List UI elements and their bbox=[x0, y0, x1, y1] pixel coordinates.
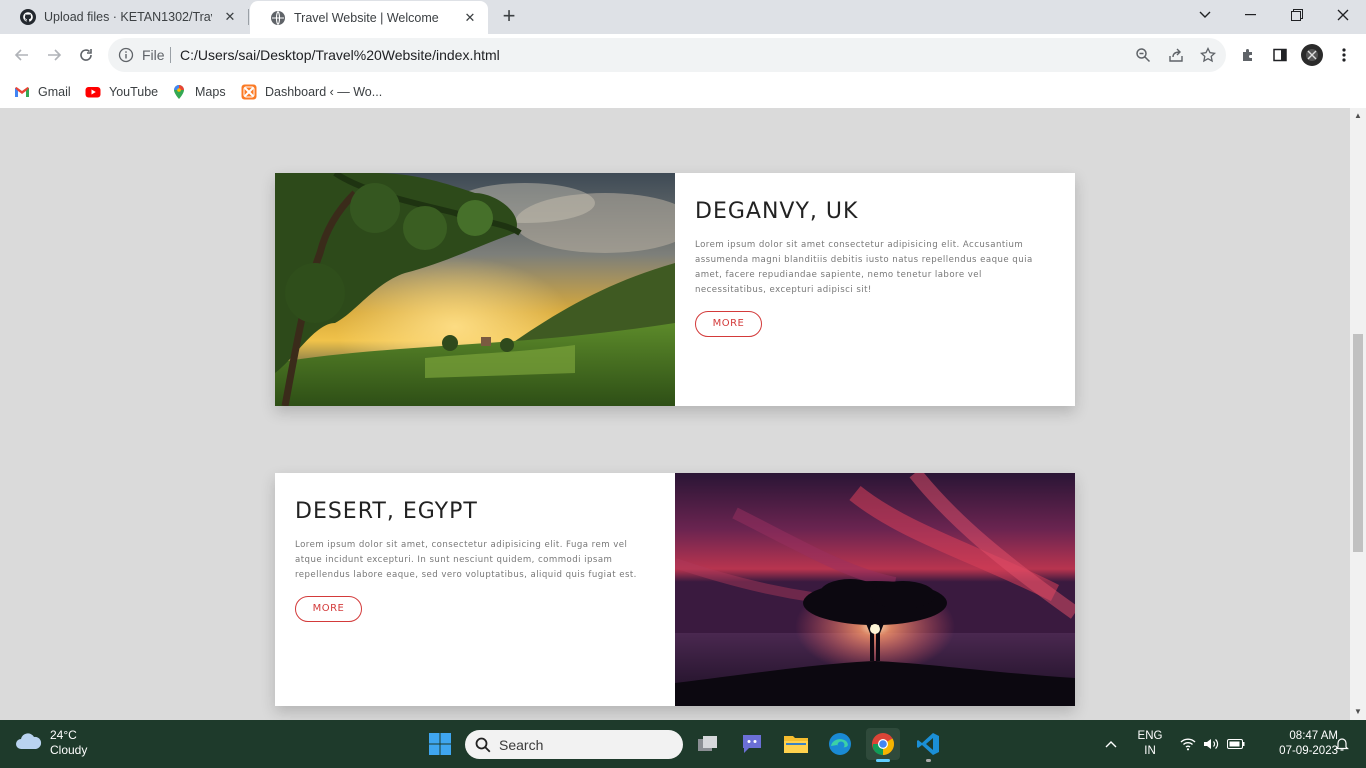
bookmark-dashboard[interactable]: Dashboard ‹ — Wo... bbox=[241, 82, 382, 102]
windows-taskbar: 24°C Cloudy Search ENG IN 08:47 AM 07-09… bbox=[0, 720, 1366, 768]
taskbar-search[interactable]: Search bbox=[465, 730, 683, 759]
weather-widget[interactable]: 24°C Cloudy bbox=[14, 728, 87, 758]
tab-title: Travel Website | Welcome bbox=[294, 10, 439, 25]
notifications-icon[interactable] bbox=[1330, 728, 1354, 760]
maps-icon bbox=[171, 84, 187, 100]
volume-icon[interactable] bbox=[1201, 728, 1221, 760]
destination-image-tree bbox=[675, 473, 1075, 706]
start-button[interactable] bbox=[423, 728, 457, 760]
running-app-indicator bbox=[926, 759, 931, 762]
card-text-panel: DEGANVY, UK Lorem ipsum dolor sit amet c… bbox=[675, 173, 1075, 406]
task-view-icon[interactable] bbox=[691, 728, 725, 760]
close-tab-icon[interactable]: ✕ bbox=[222, 9, 238, 25]
bookmark-label: Gmail bbox=[38, 85, 71, 99]
bookmark-star-icon[interactable] bbox=[1199, 46, 1217, 63]
tab-travel-website[interactable]: Travel Website | Welcome ✕ bbox=[250, 1, 488, 34]
web-page-viewport: DEGANVY, UK Lorem ipsum dolor sit amet c… bbox=[0, 108, 1350, 720]
language-indicator[interactable]: ENG IN bbox=[1134, 729, 1166, 759]
back-button[interactable] bbox=[10, 43, 34, 67]
scroll-up-arrow-icon[interactable]: ▲ bbox=[1350, 110, 1366, 122]
bookmark-label: Dashboard ‹ — Wo... bbox=[265, 85, 383, 99]
restore-button[interactable] bbox=[1274, 0, 1320, 30]
url-text[interactable]: C:/Users/sai/Desktop/Travel%20Website/in… bbox=[180, 47, 500, 63]
active-app-indicator bbox=[876, 759, 890, 762]
search-icon bbox=[475, 737, 491, 753]
bookmarks-bar: Gmail YouTube Maps Dashboard ‹ — Wo... bbox=[0, 76, 1366, 108]
zoom-icon[interactable] bbox=[1135, 47, 1151, 63]
vscode-icon[interactable] bbox=[911, 728, 945, 762]
minimize-button[interactable] bbox=[1228, 0, 1274, 30]
address-bar[interactable]: File C:/Users/sai/Desktop/Travel%20Websi… bbox=[108, 38, 1226, 72]
new-tab-button[interactable]: + bbox=[498, 5, 520, 27]
file-explorer-icon[interactable] bbox=[779, 728, 813, 760]
weather-condition: Cloudy bbox=[50, 743, 88, 757]
card-description: Lorem ipsum dolor sit amet consectetur a… bbox=[695, 240, 1033, 295]
clock-date: 07-09-2023 bbox=[1279, 745, 1338, 757]
region-code: IN bbox=[1144, 745, 1156, 757]
scroll-down-arrow-icon[interactable]: ▼ bbox=[1350, 706, 1366, 718]
card-text-panel: DESERT, EGYPT Lorem ipsum dolor sit amet… bbox=[275, 473, 675, 706]
gmail-icon bbox=[14, 84, 30, 100]
card-description: Lorem ipsum dolor sit amet, consectetur … bbox=[295, 540, 637, 580]
destination-card-deganvy: DEGANVY, UK Lorem ipsum dolor sit amet c… bbox=[275, 173, 1075, 406]
bookmark-label: Maps bbox=[195, 85, 226, 99]
close-window-button[interactable] bbox=[1320, 0, 1366, 30]
wifi-icon[interactable] bbox=[1178, 728, 1198, 760]
address-divider bbox=[170, 47, 171, 63]
close-tab-icon[interactable]: ✕ bbox=[462, 10, 478, 26]
bookmark-youtube[interactable]: YouTube bbox=[85, 82, 158, 102]
tab-search-chevron-icon[interactable] bbox=[1182, 0, 1228, 30]
battery-icon[interactable] bbox=[1225, 728, 1247, 760]
xampp-icon bbox=[241, 84, 257, 100]
search-placeholder: Search bbox=[499, 736, 544, 753]
reload-button[interactable] bbox=[74, 43, 98, 67]
tab-title: Upload files · KETAN1302/Travel-W bbox=[44, 10, 212, 24]
extensions-icon[interactable] bbox=[1236, 43, 1260, 67]
bookmark-maps[interactable]: Maps bbox=[171, 82, 226, 102]
share-icon[interactable] bbox=[1168, 47, 1184, 63]
card-title: DESERT, EGYPT bbox=[295, 499, 478, 524]
show-hidden-icons-chevron[interactable] bbox=[1094, 728, 1128, 760]
profile-avatar[interactable] bbox=[1300, 43, 1324, 67]
browser-toolbar: File C:/Users/sai/Desktop/Travel%20Websi… bbox=[0, 34, 1366, 76]
side-panel-icon[interactable] bbox=[1268, 43, 1292, 67]
card-title: DEGANVY, UK bbox=[695, 199, 859, 224]
weather-temperature: 24°C bbox=[50, 728, 77, 742]
teams-chat-icon[interactable] bbox=[735, 728, 769, 760]
menu-kebab-icon[interactable] bbox=[1332, 43, 1356, 67]
tab-upload-files[interactable]: Upload files · KETAN1302/Travel-W ✕ bbox=[0, 0, 248, 34]
bookmark-gmail[interactable]: Gmail bbox=[14, 82, 71, 102]
forward-button[interactable] bbox=[42, 43, 66, 67]
chrome-browser-icon[interactable] bbox=[866, 728, 900, 762]
globe-icon bbox=[270, 10, 286, 26]
bookmark-label: YouTube bbox=[109, 85, 159, 99]
clock[interactable]: 08:47 AM 07-09-2023 bbox=[1256, 729, 1338, 759]
scroll-thumb[interactable] bbox=[1353, 334, 1363, 552]
more-button[interactable]: MORE bbox=[295, 596, 362, 622]
github-icon bbox=[20, 9, 36, 25]
cloud-icon bbox=[14, 731, 42, 756]
destination-card-egypt: DESERT, EGYPT Lorem ipsum dolor sit amet… bbox=[275, 473, 1075, 706]
language-code: ENG bbox=[1137, 730, 1163, 742]
site-info-icon[interactable] bbox=[118, 47, 134, 63]
destination-image-landscape bbox=[275, 173, 675, 406]
more-button[interactable]: MORE bbox=[695, 311, 762, 337]
edge-browser-icon[interactable] bbox=[823, 728, 857, 760]
clock-time: 08:47 AM bbox=[1289, 730, 1338, 742]
page-scrollbar[interactable]: ▲ ▼ bbox=[1350, 108, 1366, 720]
youtube-icon bbox=[85, 84, 101, 100]
tab-divider bbox=[248, 9, 249, 25]
tab-strip: Upload files · KETAN1302/Travel-W ✕ Trav… bbox=[0, 0, 1366, 34]
scheme-label: File bbox=[142, 47, 165, 63]
